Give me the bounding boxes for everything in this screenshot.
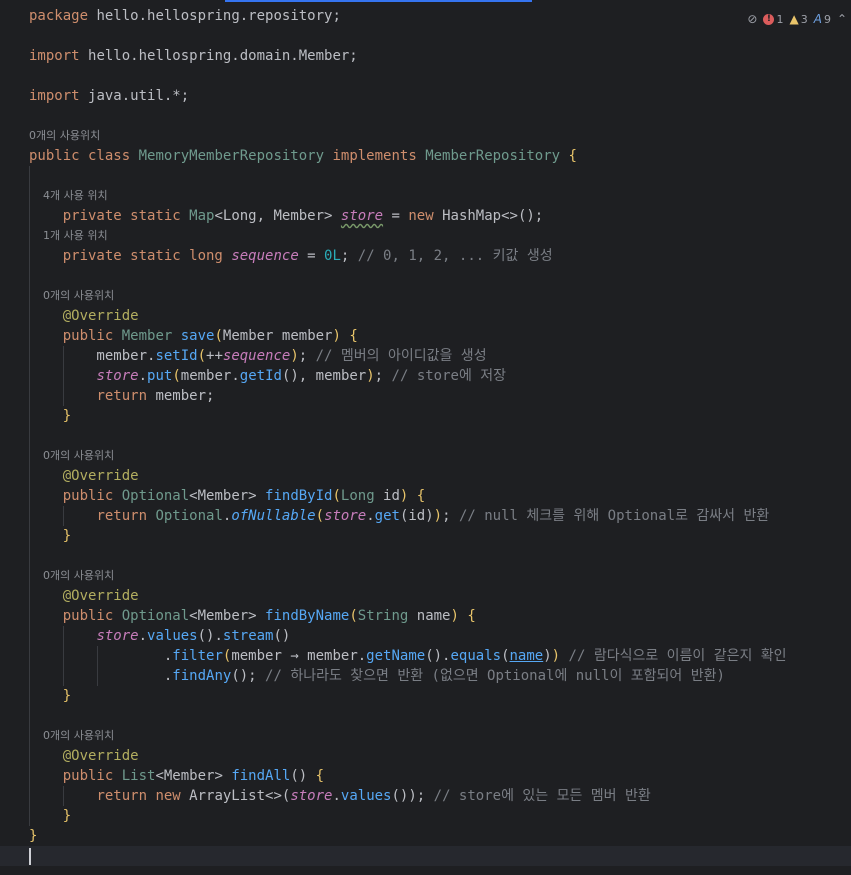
code-line: return Optional.ofNullable(store.get(id)…: [96, 508, 770, 524]
code-line: package hello.hellospring.repository;: [29, 8, 341, 24]
code-line: }: [62, 408, 72, 424]
code-line: private static long sequence = 0L; // 0,…: [62, 248, 553, 264]
code-line: public Member save(Member member) {: [62, 328, 358, 344]
code-line: member.setId(++sequence); // 멤버의 아이디값을 생…: [29, 348, 487, 364]
usage-hint[interactable]: 0개의 사용위치: [29, 126, 851, 146]
code-line: return new ArrayList<>(store.values()); …: [96, 788, 651, 804]
usage-hint[interactable]: 0개의 사용위치: [29, 566, 851, 586]
code-line: }: [29, 828, 38, 844]
usage-hint[interactable]: 1개 사용 위치: [29, 226, 851, 246]
code-line: }: [62, 528, 72, 544]
code-line: public List<Member> findAll() {: [62, 768, 325, 784]
code-line: @Override: [62, 468, 139, 484]
active-tab-indicator: [225, 0, 532, 2]
code-line: }: [62, 688, 72, 704]
code-line: .filter(member → member.getName().equals…: [29, 648, 787, 664]
code-line: private static Map<Long, Member> store =…: [62, 208, 544, 224]
usage-hint[interactable]: 0개의 사용위치: [29, 446, 851, 466]
code-line: import hello.hellospring.domain.Member;: [29, 48, 358, 64]
code-line: @Override: [62, 748, 139, 764]
code-editor[interactable]: package hello.hellospring.repository; im…: [29, 6, 851, 866]
code-line: import java.util.*;: [29, 88, 190, 104]
code-line: public class MemoryMemberRepository impl…: [29, 148, 577, 164]
code-line: public Optional<Member> findByName(Strin…: [62, 608, 476, 624]
code-line: public Optional<Member> findById(Long id…: [62, 488, 426, 504]
usage-hint[interactable]: 0개의 사용위치: [29, 726, 851, 746]
usage-hint[interactable]: 0개의 사용위치: [29, 286, 851, 306]
code-line: @Override: [62, 588, 139, 604]
code-line: return member;: [96, 388, 215, 404]
usage-hint[interactable]: 4개 사용 위치: [29, 186, 851, 206]
code-line: store.put(member.getId(), member); // st…: [96, 368, 507, 384]
code-line: store.values().stream(): [96, 628, 291, 644]
code-line: @Override: [62, 308, 139, 324]
code-line: .findAny(); // 하나라도 찾으면 반환 (없으면 Optional…: [29, 668, 725, 684]
code-line: }: [62, 808, 72, 824]
